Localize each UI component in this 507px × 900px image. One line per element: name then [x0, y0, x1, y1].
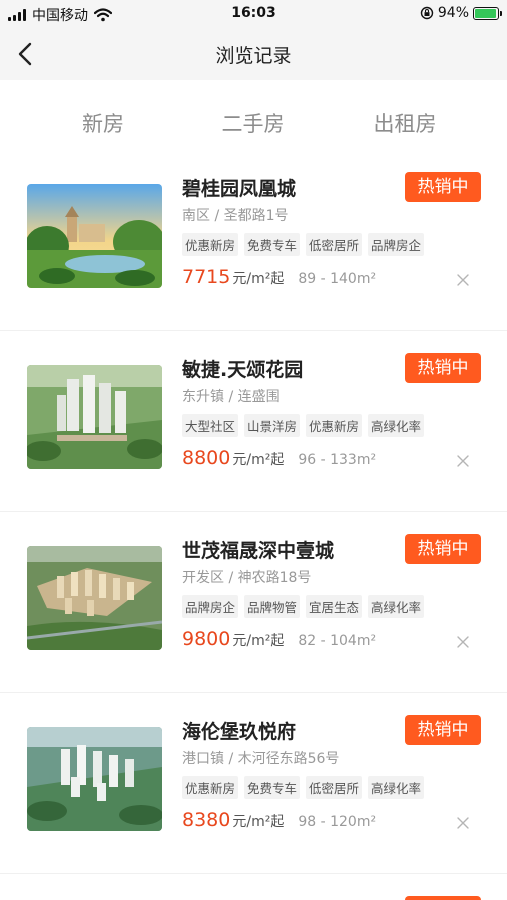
tag: 低密居所	[306, 776, 363, 799]
battery-percent: 94%	[437, 5, 469, 21]
listing-title[interactable]: 海伦堡玖悦府	[182, 717, 296, 744]
price-line: 7715 元/m²起 89 - 140m²	[182, 266, 376, 288]
listing-location: 港口镇 / 木河径东路56号	[182, 751, 340, 767]
battery-charging-icon	[473, 6, 502, 20]
tag: 品牌房企	[182, 595, 239, 618]
orientation-lock-icon	[420, 6, 434, 20]
tag: 高绿化率	[368, 776, 425, 799]
tag: 高绿化率	[368, 595, 425, 618]
listing-thumbnail[interactable]	[27, 546, 162, 650]
listing-title[interactable]: 敏捷.天颂花园	[182, 355, 303, 382]
history-list: 碧桂园凤凰城 热销中 南区 / 圣都路1号 优惠新房 免费专车 低密居所 品牌房…	[0, 150, 507, 874]
close-icon[interactable]	[456, 816, 470, 830]
list-item[interactable]: 碧桂园凤凰城 热销中 南区 / 圣都路1号 优惠新房 免费专车 低密居所 品牌房…	[0, 150, 507, 331]
category-tabs: 新房 二手房 出租房	[0, 98, 507, 150]
tag: 优惠新房	[306, 414, 363, 437]
tag-list: 品牌房企 品牌物管 宜居生态 高绿化率	[182, 595, 425, 618]
area-range: 98 - 120m²	[298, 814, 377, 830]
price-value: 9800	[182, 628, 231, 650]
list-item[interactable]: 海伦堡玖悦府 热销中 港口镇 / 木河径东路56号 优惠新房 免费专车 低密居所…	[0, 693, 507, 874]
page-title: 浏览记录	[215, 45, 292, 67]
price-unit: 元/m²起	[232, 814, 285, 830]
price-unit: 元/m²起	[232, 271, 285, 287]
navigation-bar: 浏览记录	[0, 28, 507, 80]
list-item[interactable]: 敏捷.天颂花园 热销中 东升镇 / 连盛围 大型社区 山景洋房 优惠新房 高绿化…	[0, 331, 507, 512]
tab-second-hand[interactable]: 二手房	[198, 108, 308, 138]
listing-title[interactable]: 碧桂园凤凰城	[182, 174, 296, 201]
status-badge: 热销中	[405, 172, 481, 202]
status-badge: 热销中	[405, 353, 481, 383]
close-icon[interactable]	[456, 635, 470, 649]
tag: 品牌物管	[244, 595, 301, 618]
close-icon[interactable]	[456, 273, 470, 287]
price-line: 8380 元/m²起 98 - 120m²	[182, 809, 376, 831]
listing-location: 东升镇 / 连盛围	[182, 389, 280, 405]
tag: 免费专车	[244, 233, 301, 256]
tag: 品牌房企	[368, 233, 425, 256]
tag: 高绿化率	[368, 414, 425, 437]
close-icon[interactable]	[456, 454, 470, 468]
listing-title[interactable]: 世茂福晟深中壹城	[182, 536, 334, 563]
tab-rentals[interactable]: 出租房	[350, 108, 460, 138]
listing-thumbnail[interactable]	[27, 184, 162, 288]
tag: 优惠新房	[182, 776, 239, 799]
area-range: 96 - 133m²	[298, 452, 377, 468]
price-unit: 元/m²起	[232, 452, 285, 468]
listing-thumbnail[interactable]	[27, 727, 162, 831]
tag: 宜居生态	[306, 595, 363, 618]
price-line: 8800 元/m²起 96 - 133m²	[182, 447, 376, 469]
listing-location: 南区 / 圣都路1号	[182, 208, 289, 224]
listing-location: 开发区 / 神农路18号	[182, 570, 312, 586]
list-item[interactable]: 世茂福晟深中壹城 热销中 开发区 / 神农路18号 品牌房企 品牌物管 宜居生态…	[0, 512, 507, 693]
area-range: 89 - 140m²	[298, 271, 377, 287]
listing-thumbnail[interactable]	[27, 365, 162, 469]
tag: 优惠新房	[182, 233, 239, 256]
tag: 低密居所	[306, 233, 363, 256]
tag-list: 优惠新房 免费专车 低密居所 高绿化率	[182, 776, 425, 799]
price-unit: 元/m²起	[232, 633, 285, 649]
status-badge: 热销中	[405, 715, 481, 745]
tag: 免费专车	[244, 776, 301, 799]
price-value: 8800	[182, 447, 231, 469]
price-line: 9800 元/m²起 82 - 104m²	[182, 628, 376, 650]
price-value: 7715	[182, 266, 231, 288]
price-value: 8380	[182, 809, 231, 831]
status-bar: 中国移动 16:03 94%	[0, 0, 507, 28]
area-range: 82 - 104m²	[298, 633, 377, 649]
tag: 山景洋房	[244, 414, 301, 437]
status-badge: 热销中	[405, 534, 481, 564]
next-item-badge-peek	[405, 896, 481, 900]
tab-new-homes[interactable]: 新房	[48, 108, 158, 138]
status-right: 94%	[420, 5, 502, 21]
tag-list: 优惠新房 免费专车 低密居所 品牌房企	[182, 233, 425, 256]
tag-list: 大型社区 山景洋房 优惠新房 高绿化率	[182, 414, 425, 437]
tag: 大型社区	[182, 414, 239, 437]
